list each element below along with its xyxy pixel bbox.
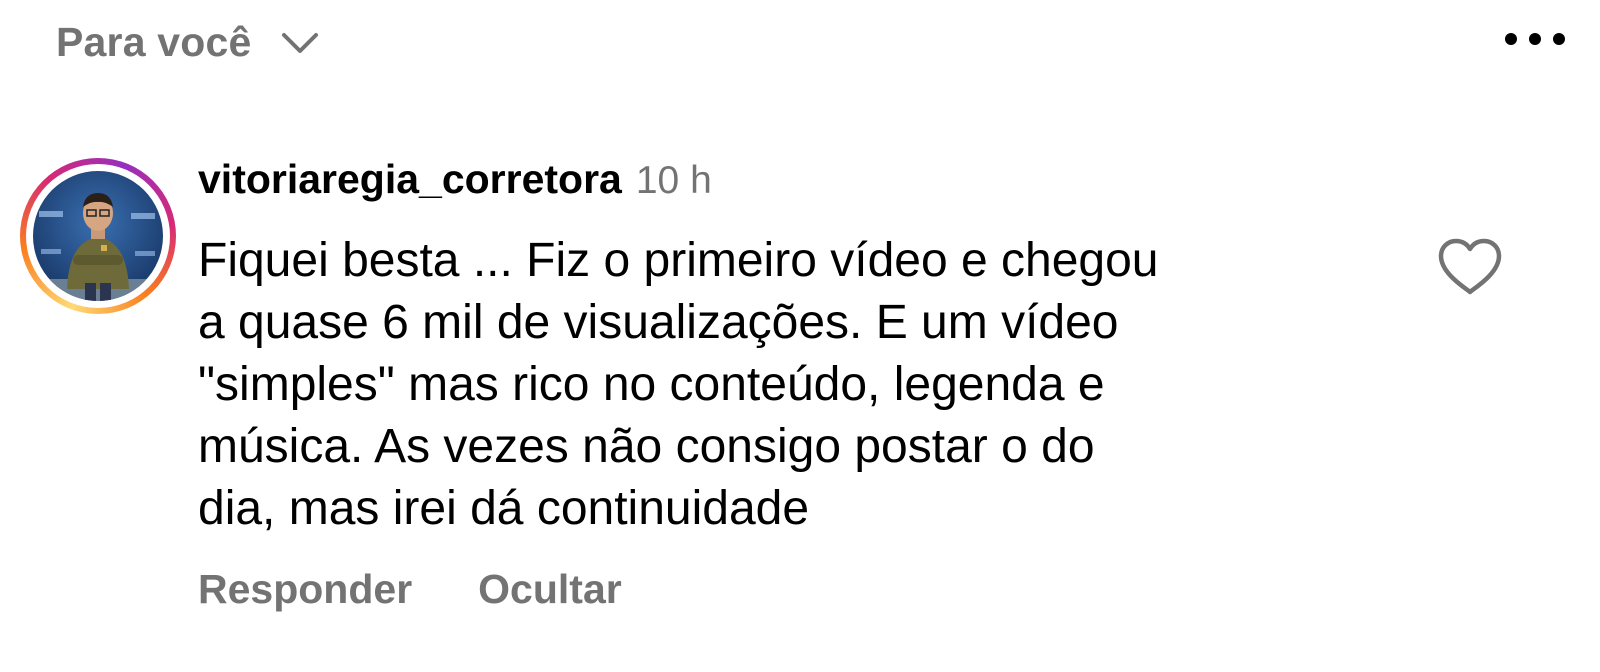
comment: vitoriaregia_corretora 10 h Fiquei besta…: [198, 156, 1378, 540]
feed-selector[interactable]: Para você: [56, 12, 320, 72]
more-options-button[interactable]: [1500, 22, 1570, 56]
comment-username[interactable]: vitoriaregia_corretora: [198, 156, 622, 203]
reply-button[interactable]: Responder: [198, 566, 412, 613]
comment-meta: vitoriaregia_corretora 10 h: [198, 156, 1378, 216]
like-button[interactable]: [1434, 236, 1506, 298]
comment-text: Fiquei besta ... Fiz o primeiro vídeo e …: [198, 234, 1159, 535]
feed-selector-label: Para você: [56, 18, 252, 65]
hide-button[interactable]: Ocultar: [478, 566, 622, 613]
avatar-story-ring[interactable]: [20, 158, 176, 314]
comment-timestamp: 10 h: [635, 159, 712, 202]
chevron-down-icon: [280, 28, 320, 58]
comment-actions: Responder Ocultar: [198, 566, 622, 613]
heart-icon: [1438, 238, 1502, 295]
avatar: [33, 171, 163, 301]
more-horizontal-icon: [1505, 33, 1565, 45]
